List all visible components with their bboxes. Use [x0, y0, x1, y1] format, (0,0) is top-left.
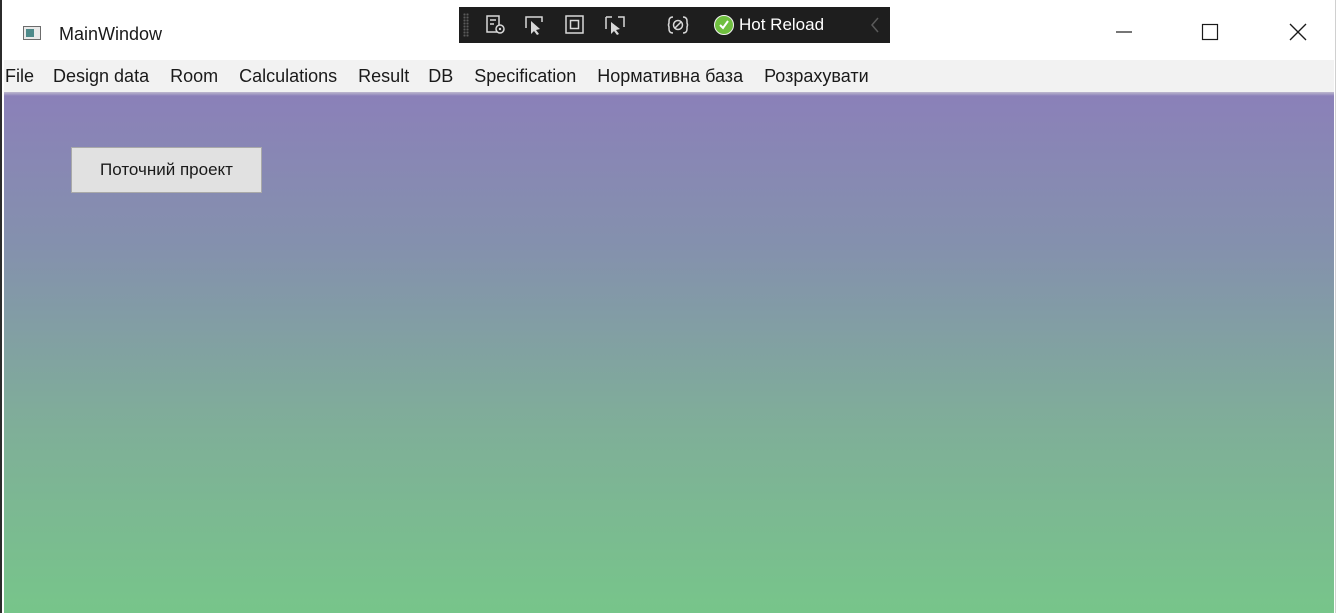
toolbar-grip-icon[interactable]: [463, 13, 469, 37]
close-button[interactable]: [1275, 12, 1321, 52]
close-icon: [1289, 23, 1307, 41]
minimize-button[interactable]: [1101, 12, 1147, 52]
maximize-button[interactable]: [1187, 12, 1233, 52]
menu-normative-base[interactable]: Нормативна база: [597, 60, 743, 92]
menu-calculations[interactable]: Calculations: [239, 60, 337, 92]
menu-specification[interactable]: Specification: [474, 60, 576, 92]
maximize-icon: [1201, 23, 1219, 41]
hot-reload-label: Hot Reload: [739, 15, 825, 34]
window-title: MainWindow: [59, 24, 163, 44]
main-window: MainWindow Hot Reload File Design data R…: [0, 0, 1336, 613]
display-layout-adorners-icon[interactable]: [562, 13, 588, 37]
menu-db[interactable]: DB: [428, 60, 453, 92]
hot-reload-status-icon: [714, 15, 734, 35]
binding-failures-icon[interactable]: [665, 13, 691, 37]
hot-reload-status[interactable]: Hot Reload: [714, 13, 824, 37]
menu-bar: File Design data Room Calculations Resul…: [4, 60, 1334, 92]
menu-file[interactable]: File: [5, 60, 34, 92]
track-focused-element-icon[interactable]: [602, 13, 628, 37]
select-element-icon[interactable]: [522, 13, 548, 37]
app-window-icon: [23, 26, 41, 40]
xaml-debug-toolbar: Hot Reload: [459, 7, 890, 43]
menu-design-data[interactable]: Design data: [53, 60, 149, 92]
main-content-area: Поточний проект: [4, 92, 1334, 613]
menu-calculate[interactable]: Розрахувати: [764, 60, 869, 92]
minimize-icon: [1116, 31, 1132, 33]
collapse-chevron-icon[interactable]: [867, 13, 883, 37]
current-project-button[interactable]: Поточний проект: [71, 147, 262, 193]
title-bar[interactable]: MainWindow Hot Reload: [4, 0, 1334, 60]
menu-divider: [4, 92, 1334, 96]
menu-result[interactable]: Result: [358, 60, 409, 92]
live-visual-tree-icon[interactable]: [482, 13, 508, 37]
menu-room[interactable]: Room: [170, 60, 218, 92]
